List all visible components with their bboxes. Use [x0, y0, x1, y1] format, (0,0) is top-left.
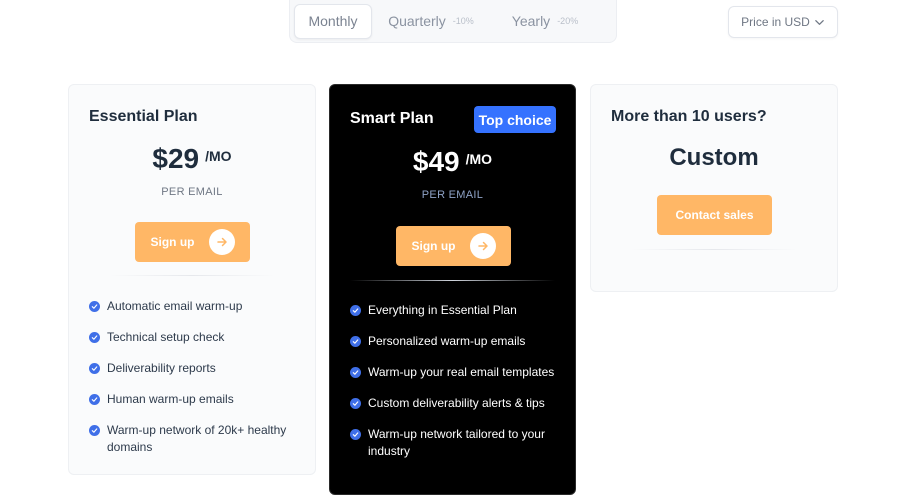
- contact-sales-button-label: Contact sales: [675, 208, 754, 222]
- feature-text: Deliverability reports: [107, 361, 216, 375]
- feature-text: Everything in Essential Plan: [368, 303, 517, 317]
- feature-list: Everything in Essential Plan Personalize…: [350, 302, 557, 474]
- check-circle-icon: [89, 425, 100, 436]
- price-amount: $29: [152, 143, 200, 174]
- feature-item: Warm-up network tailored to your industr…: [350, 426, 557, 460]
- feature-list: Automatic email warm-up Technical setup …: [89, 298, 297, 470]
- chevron-down-icon: [815, 19, 824, 25]
- feature-item: Automatic email warm-up: [89, 298, 297, 315]
- tab-yearly[interactable]: Yearly -20%: [490, 4, 600, 39]
- price-amount: $49: [412, 146, 460, 177]
- plan-card-essential: Essential Plan $29/MO PER EMAIL Sign up …: [68, 84, 316, 475]
- plan-price: $49/MO: [330, 146, 575, 178]
- sign-up-button[interactable]: Sign up: [396, 226, 511, 266]
- feature-text: Personalized warm-up emails: [368, 334, 526, 348]
- feature-item: Personalized warm-up emails: [350, 333, 557, 350]
- plan-price: $29/MO: [69, 143, 315, 175]
- tab-yearly-discount: -20%: [557, 16, 579, 26]
- divider: [350, 280, 555, 281]
- price-unit: PER EMAIL: [421, 189, 484, 201]
- arrow-right-icon: [469, 233, 496, 259]
- sign-up-button-label: Sign up: [411, 239, 456, 253]
- feature-text: Human warm-up emails: [107, 392, 234, 406]
- price-unit: PER EMAIL: [161, 186, 223, 198]
- tab-monthly[interactable]: Monthly: [294, 3, 372, 39]
- feature-item: Human warm-up emails: [89, 391, 297, 408]
- feature-item: Technical setup check: [89, 329, 297, 346]
- check-circle-icon: [89, 332, 100, 343]
- check-circle-icon: [89, 394, 100, 405]
- plan-card-custom: More than 10 users? Custom Contact sales: [590, 84, 838, 292]
- check-circle-icon: [350, 305, 361, 316]
- feature-text: Technical setup check: [107, 330, 225, 344]
- price-period: /MO: [465, 151, 493, 167]
- check-circle-icon: [350, 429, 361, 440]
- tab-quarterly-label: Quarterly: [388, 13, 446, 29]
- custom-price-label: Custom: [669, 144, 759, 171]
- divider: [109, 275, 275, 276]
- plan-title: Essential Plan: [89, 108, 198, 125]
- divider: [631, 249, 797, 250]
- price-period: /MO: [205, 148, 232, 164]
- feature-text: Warm-up network of 20k+ healthy domains: [107, 423, 287, 454]
- tab-monthly-label: Monthly: [308, 13, 358, 29]
- billing-period-toggle: Monthly Quarterly -10% Yearly -20%: [289, 0, 617, 43]
- feature-item: Everything in Essential Plan: [350, 302, 557, 319]
- check-circle-icon: [89, 363, 100, 374]
- currency-label: Price in USD: [741, 15, 810, 29]
- feature-text: Custom deliverability alerts & tips: [368, 396, 545, 410]
- sign-up-button[interactable]: Sign up: [135, 222, 250, 262]
- feature-text: Warm-up network tailored to your industr…: [368, 427, 545, 458]
- plan-title: More than 10 users?: [611, 108, 767, 125]
- top-choice-badge: Top choice: [474, 106, 556, 133]
- sign-up-button-label: Sign up: [150, 235, 195, 249]
- plan-title: Smart Plan: [350, 110, 434, 127]
- check-circle-icon: [350, 398, 361, 409]
- contact-sales-button[interactable]: Contact sales: [657, 195, 772, 235]
- feature-item: Deliverability reports: [89, 360, 297, 377]
- feature-text: Automatic email warm-up: [107, 299, 243, 313]
- feature-item: Custom deliverability alerts & tips: [350, 395, 557, 412]
- feature-item: Warm-up your real email templates: [350, 364, 557, 381]
- plan-card-smart: Smart Plan Top choice $49/MO PER EMAIL S…: [329, 84, 576, 495]
- tab-quarterly[interactable]: Quarterly -10%: [372, 4, 490, 39]
- check-circle-icon: [89, 301, 100, 312]
- check-circle-icon: [350, 336, 361, 347]
- feature-item: Warm-up network of 20k+ healthy domains: [89, 422, 297, 456]
- tab-yearly-label: Yearly: [511, 13, 551, 29]
- tab-quarterly-discount: -10%: [452, 16, 474, 26]
- check-circle-icon: [350, 367, 361, 378]
- arrow-right-icon: [208, 229, 235, 255]
- currency-select[interactable]: Price in USD: [728, 6, 838, 38]
- feature-text: Warm-up your real email templates: [368, 365, 555, 379]
